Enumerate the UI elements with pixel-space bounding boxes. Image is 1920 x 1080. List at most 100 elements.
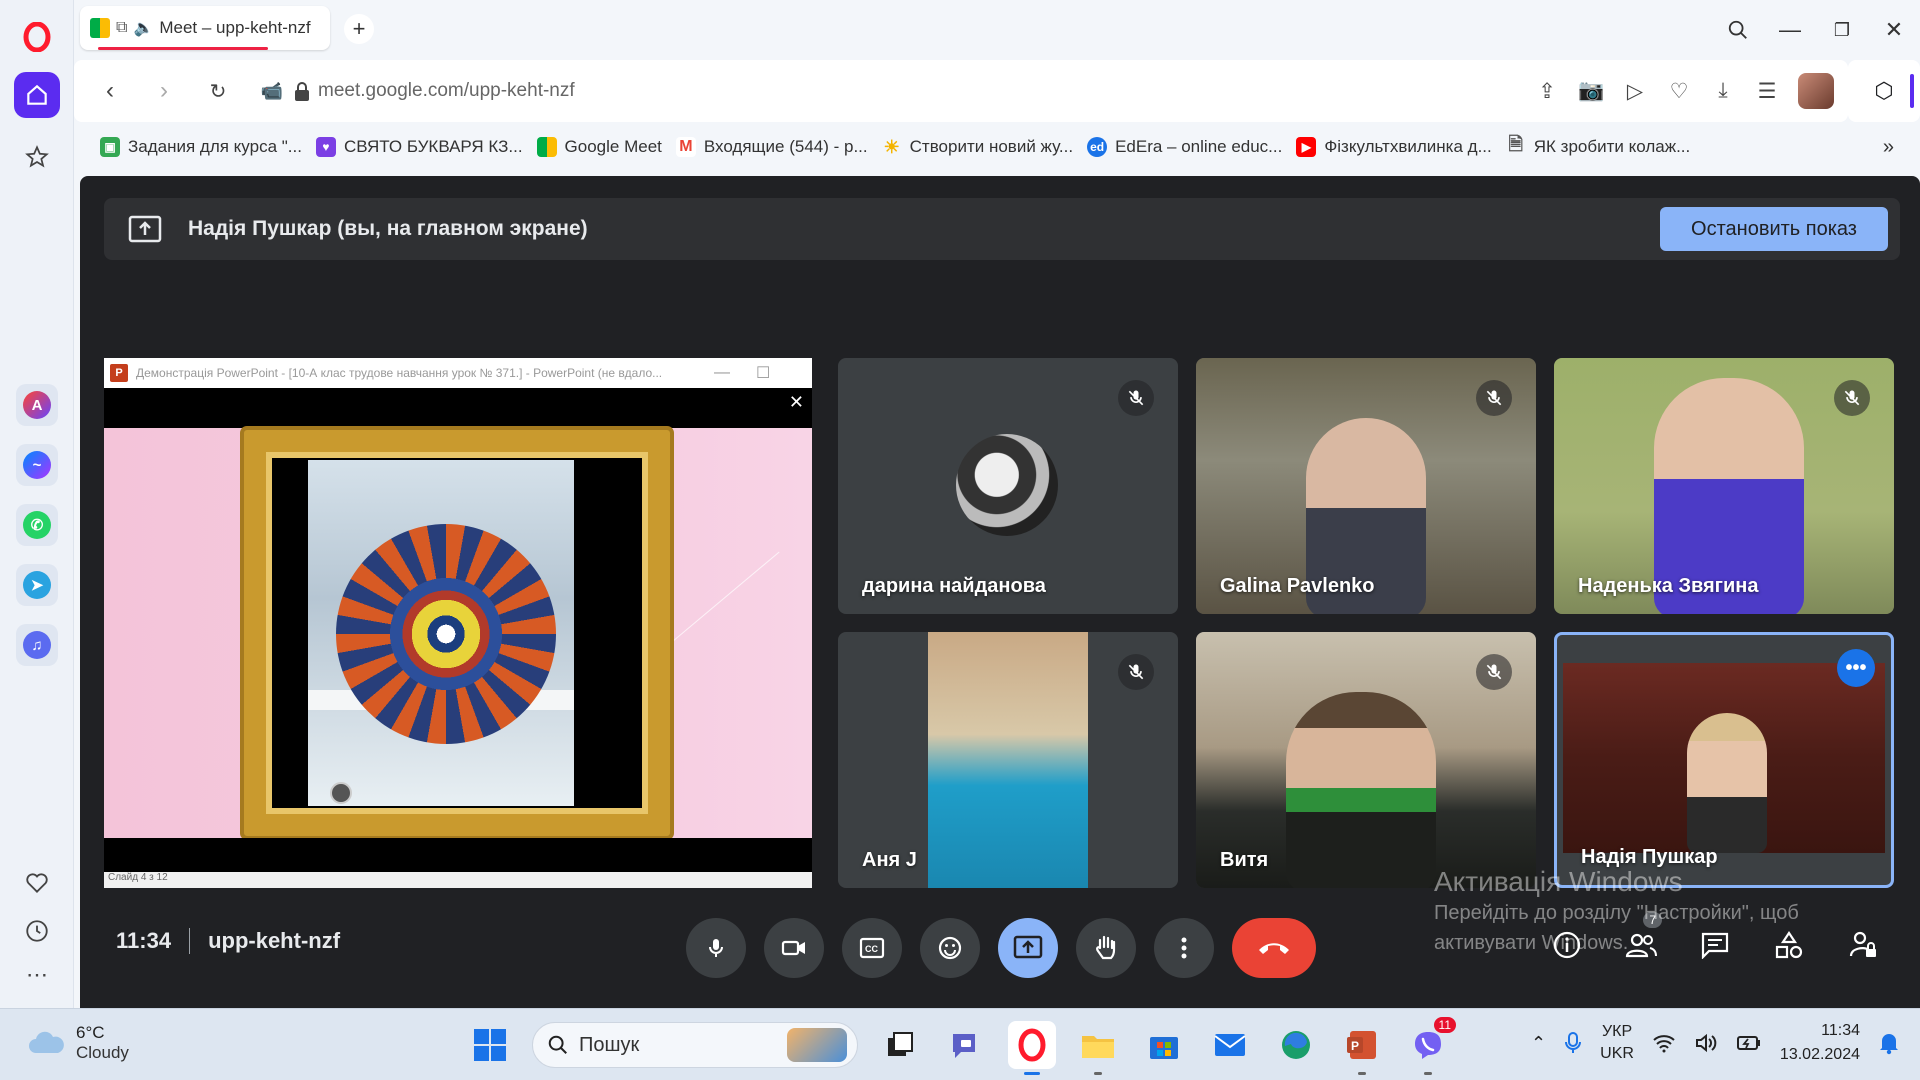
teams-chat-icon[interactable]: [942, 1021, 990, 1069]
participant-tile[interactable]: Витя: [1196, 632, 1536, 888]
stop-presenting-button[interactable]: Остановить показ: [1660, 207, 1888, 251]
bookmarks-star-icon[interactable]: [14, 134, 60, 180]
ppt-maximize-icon: ☐: [756, 365, 771, 382]
taskbar-search[interactable]: Пошук: [532, 1022, 858, 1068]
picture-in-picture-icon[interactable]: ⧉: [116, 19, 127, 37]
file-explorer-icon[interactable]: [1074, 1021, 1122, 1075]
bookmark-item[interactable]: Google Meet: [536, 137, 662, 157]
minimize-button[interactable]: —: [1772, 12, 1808, 48]
bookmark-item[interactable]: M Входящие (544) - p...: [675, 137, 868, 157]
captions-button[interactable]: CC: [842, 918, 902, 978]
share-icon[interactable]: ⇪: [1534, 79, 1560, 104]
telegram-icon[interactable]: ➤: [16, 564, 58, 606]
gold-picture-frame: [244, 430, 670, 836]
close-window-button[interactable]: ✕: [1876, 12, 1912, 48]
input-language[interactable]: УКР UKR: [1600, 1021, 1634, 1065]
restore-button[interactable]: ❐: [1824, 12, 1860, 48]
system-clock[interactable]: 11:34 13.02.2024: [1780, 1019, 1860, 1067]
opera-taskbar-icon[interactable]: [1008, 1021, 1056, 1075]
back-button[interactable]: ‹: [88, 69, 132, 113]
participant-tile[interactable]: дарина найданова: [838, 358, 1178, 614]
messenger-icon[interactable]: ~: [16, 444, 58, 486]
presenting-banner: Надія Пушкар (вы, на главном экране) Ост…: [104, 198, 1900, 260]
raise-hand-button[interactable]: [1076, 918, 1136, 978]
reactions-button[interactable]: [920, 918, 980, 978]
start-windows-icon[interactable]: [466, 1021, 514, 1069]
more-options-button[interactable]: •••: [1837, 649, 1875, 687]
camera-button[interactable]: [764, 918, 824, 978]
music-player-icon[interactable]: ♫: [16, 624, 58, 666]
forward-button[interactable]: ›: [142, 69, 186, 113]
more-options-button[interactable]: [1154, 918, 1214, 978]
activation-text: Перейдіть до розділу "Настройки", щоб ак…: [1434, 902, 1799, 954]
mail-icon[interactable]: [1206, 1021, 1254, 1069]
participant-tile[interactable]: Наденька Звягина: [1554, 358, 1894, 614]
participant-name: дарина найданова: [862, 575, 1046, 597]
url-text[interactable]: meet.google.com/upp-keht-nzf: [318, 80, 575, 102]
bookmark-heart-icon[interactable]: ♡: [1666, 79, 1692, 104]
viber-icon[interactable]: 11: [1404, 1017, 1456, 1075]
wifi-icon[interactable]: [1652, 1033, 1676, 1053]
presentation-tile[interactable]: P Демонстрація PowerPoint - [10-А клас т…: [104, 358, 812, 888]
easy-setup-icon[interactable]: ☰: [1754, 79, 1780, 104]
person-silhouette: [1687, 713, 1767, 853]
aria-icon[interactable]: A: [16, 384, 58, 426]
more-dots-icon[interactable]: ⋯: [14, 952, 60, 998]
svg-text:P: P: [1351, 1039, 1359, 1053]
battery-charging-icon[interactable]: [1736, 1034, 1762, 1052]
participant-tile-self[interactable]: ••• Надія Пушкар: [1554, 632, 1894, 888]
search-tabs-icon[interactable]: [1720, 12, 1756, 48]
microsoft-store-icon[interactable]: [1140, 1021, 1188, 1069]
notifications-bell-icon[interactable]: [1878, 1031, 1900, 1055]
microphone-in-use-icon[interactable]: [1564, 1031, 1582, 1055]
bookmark-item[interactable]: ▶ Фізкультхвилинка д...: [1296, 137, 1492, 157]
embroidered-mandala: [336, 524, 556, 744]
google-meet-icon: [536, 137, 557, 157]
profile-avatar[interactable]: [1798, 73, 1834, 109]
participant-name: Витя: [1220, 849, 1269, 871]
bookmarks-overflow-icon[interactable]: »: [1883, 136, 1894, 159]
extensions-cube-icon[interactable]: ⬡: [1848, 60, 1920, 122]
bookmark-item[interactable]: ▣ Задания для курса "...: [100, 137, 302, 157]
bookmark-item[interactable]: ☀ Створити новий жу...: [882, 137, 1074, 157]
heart-favicon-icon: ♥: [315, 137, 336, 157]
bookmark-item[interactable]: 🗎 ЯК зробити колаж...: [1506, 134, 1691, 157]
history-clock-icon[interactable]: [14, 908, 60, 954]
reload-button[interactable]: ↻: [196, 69, 240, 113]
hand-icon: [1096, 935, 1116, 960]
running-indicator: [1358, 1072, 1366, 1075]
heart-icon[interactable]: [14, 860, 60, 906]
search-highlight-image: [787, 1028, 847, 1062]
flow-send-icon[interactable]: ▷: [1622, 79, 1648, 104]
ppt-black-bar: ✕: [104, 388, 812, 428]
leave-call-button[interactable]: [1232, 918, 1316, 978]
weather-widget[interactable]: 6°C Cloudy: [26, 1023, 129, 1063]
task-view-icon[interactable]: [876, 1021, 924, 1069]
tab-meet[interactable]: ⧉ 🔈 Meet – upp-keht-nzf: [80, 6, 330, 50]
download-icon[interactable]: ⤓: [1710, 79, 1736, 103]
bookmark-item[interactable]: ♥ СВЯТО БУКВАРЯ КЗ...: [315, 137, 523, 157]
powerpoint-taskbar-icon[interactable]: P: [1338, 1021, 1386, 1075]
participant-tile[interactable]: Аня J: [838, 632, 1178, 888]
home-icon[interactable]: [14, 72, 60, 118]
speaker-icon[interactable]: 🔈: [133, 18, 153, 38]
running-indicator: [1094, 1072, 1102, 1075]
bookmark-item[interactable]: ed EdEra – online educ...: [1087, 137, 1282, 157]
whatsapp-icon[interactable]: ✆: [16, 504, 58, 546]
participant-tile[interactable]: Galina Pavlenko: [1196, 358, 1536, 614]
microphone-button[interactable]: [686, 918, 746, 978]
divider: [189, 928, 191, 954]
show-hidden-icons-chevron-icon[interactable]: ⌃: [1531, 1033, 1546, 1054]
lock-icon[interactable]: [294, 82, 310, 101]
volume-icon[interactable]: [1694, 1032, 1718, 1054]
present-now-button[interactable]: [998, 918, 1058, 978]
camera-permission-icon[interactable]: 📹: [250, 69, 294, 113]
address-bar: ‹ › ↻ 📹 meet.google.com/upp-keht-nzf ⇪ 📷…: [74, 60, 1848, 122]
snapshot-camera-icon[interactable]: 📷: [1578, 79, 1604, 103]
opera-logo-icon[interactable]: [14, 14, 60, 60]
meeting-code: upp-keht-nzf: [208, 928, 341, 953]
search-placeholder: Пошук: [579, 1033, 640, 1056]
slide-canvas: [104, 428, 812, 838]
new-tab-button[interactable]: +: [344, 14, 374, 44]
edge-browser-icon[interactable]: [1272, 1021, 1320, 1069]
